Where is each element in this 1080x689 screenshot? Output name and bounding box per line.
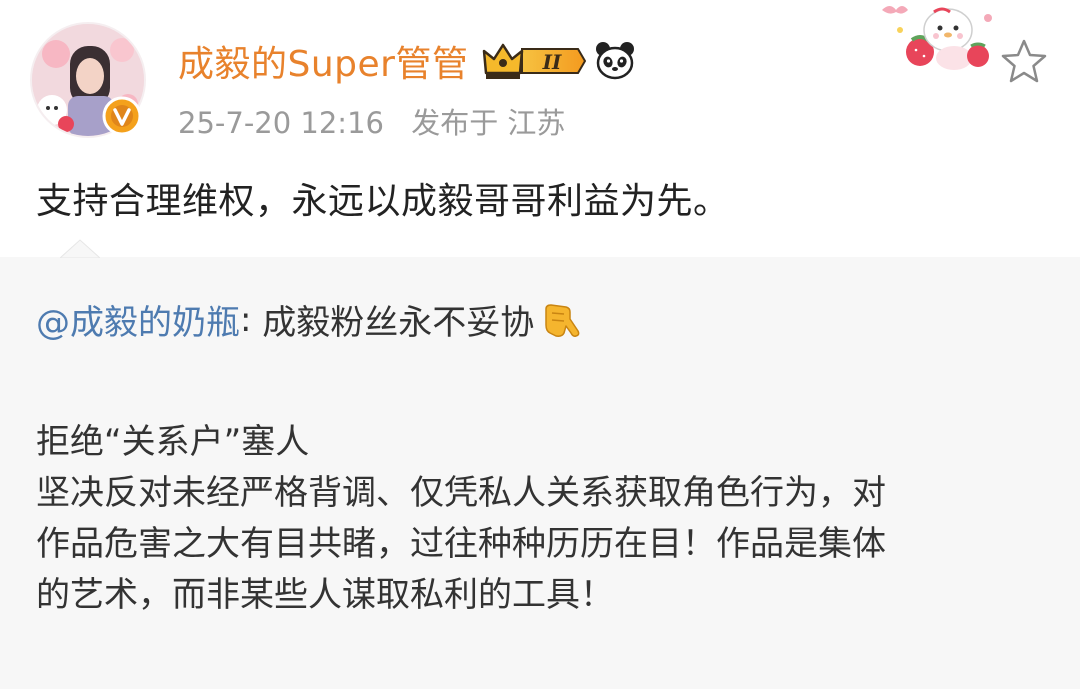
location: 发布于 江苏 (411, 106, 566, 140)
user-line: 成毅的Super管管 II (178, 36, 636, 86)
avatar-container[interactable] (30, 22, 146, 138)
post-meta: 25-7-20 12:16 发布于 江苏 (178, 100, 565, 142)
repost-body: 拒绝“关系户”塞人 坚决反对未经严格背调、仅凭私人关系获取角色行为，对 作品危害… (36, 417, 886, 621)
repost-pointer (60, 239, 100, 259)
mention-link[interactable]: @成毅的奶瓶 (36, 295, 240, 344)
repost-line: 拒绝“关系户”塞人 (36, 422, 310, 462)
star-outline-icon[interactable] (1000, 38, 1048, 84)
pointing-hand-emoji (545, 303, 580, 337)
repost-first-line: @成毅的奶瓶 : 成毅粉丝永不妥协 (36, 295, 582, 344)
crown-vip-icon[interactable]: II (482, 39, 587, 83)
panda-icon (596, 42, 635, 80)
repost-headline: 成毅粉丝永不妥协 (262, 303, 535, 343)
repost-line: 的艺术，而非某些人谋取私利的工具！ (36, 575, 614, 615)
verified-v-icon (102, 96, 142, 136)
repost-separator: : (240, 299, 263, 340)
username[interactable]: 成毅的Super管管 (178, 35, 468, 87)
weibo-post: 成毅的Super管管 II 25-7-20 12:16 发布于 江苏 支持合理维… (0, 0, 1080, 689)
vip-level: II (542, 50, 562, 74)
timestamp: 25-7-20 12:16 (178, 106, 384, 140)
decorative-sticker (882, 6, 992, 70)
repost-line: 坚决反对未经严格背调、仅凭私人关系获取角色行为，对 (36, 473, 886, 513)
post-text: 支持合理维权，永远以成毅哥哥利益为先。 (36, 181, 730, 222)
repost-line: 作品危害之大有目共睹，过往种种历历在目！作品是集体 (36, 524, 886, 564)
repost-card[interactable]: @成毅的奶瓶 : 成毅粉丝永不妥协 拒绝“关系户”塞人 坚决反对未经严格背调、仅… (0, 239, 1080, 689)
